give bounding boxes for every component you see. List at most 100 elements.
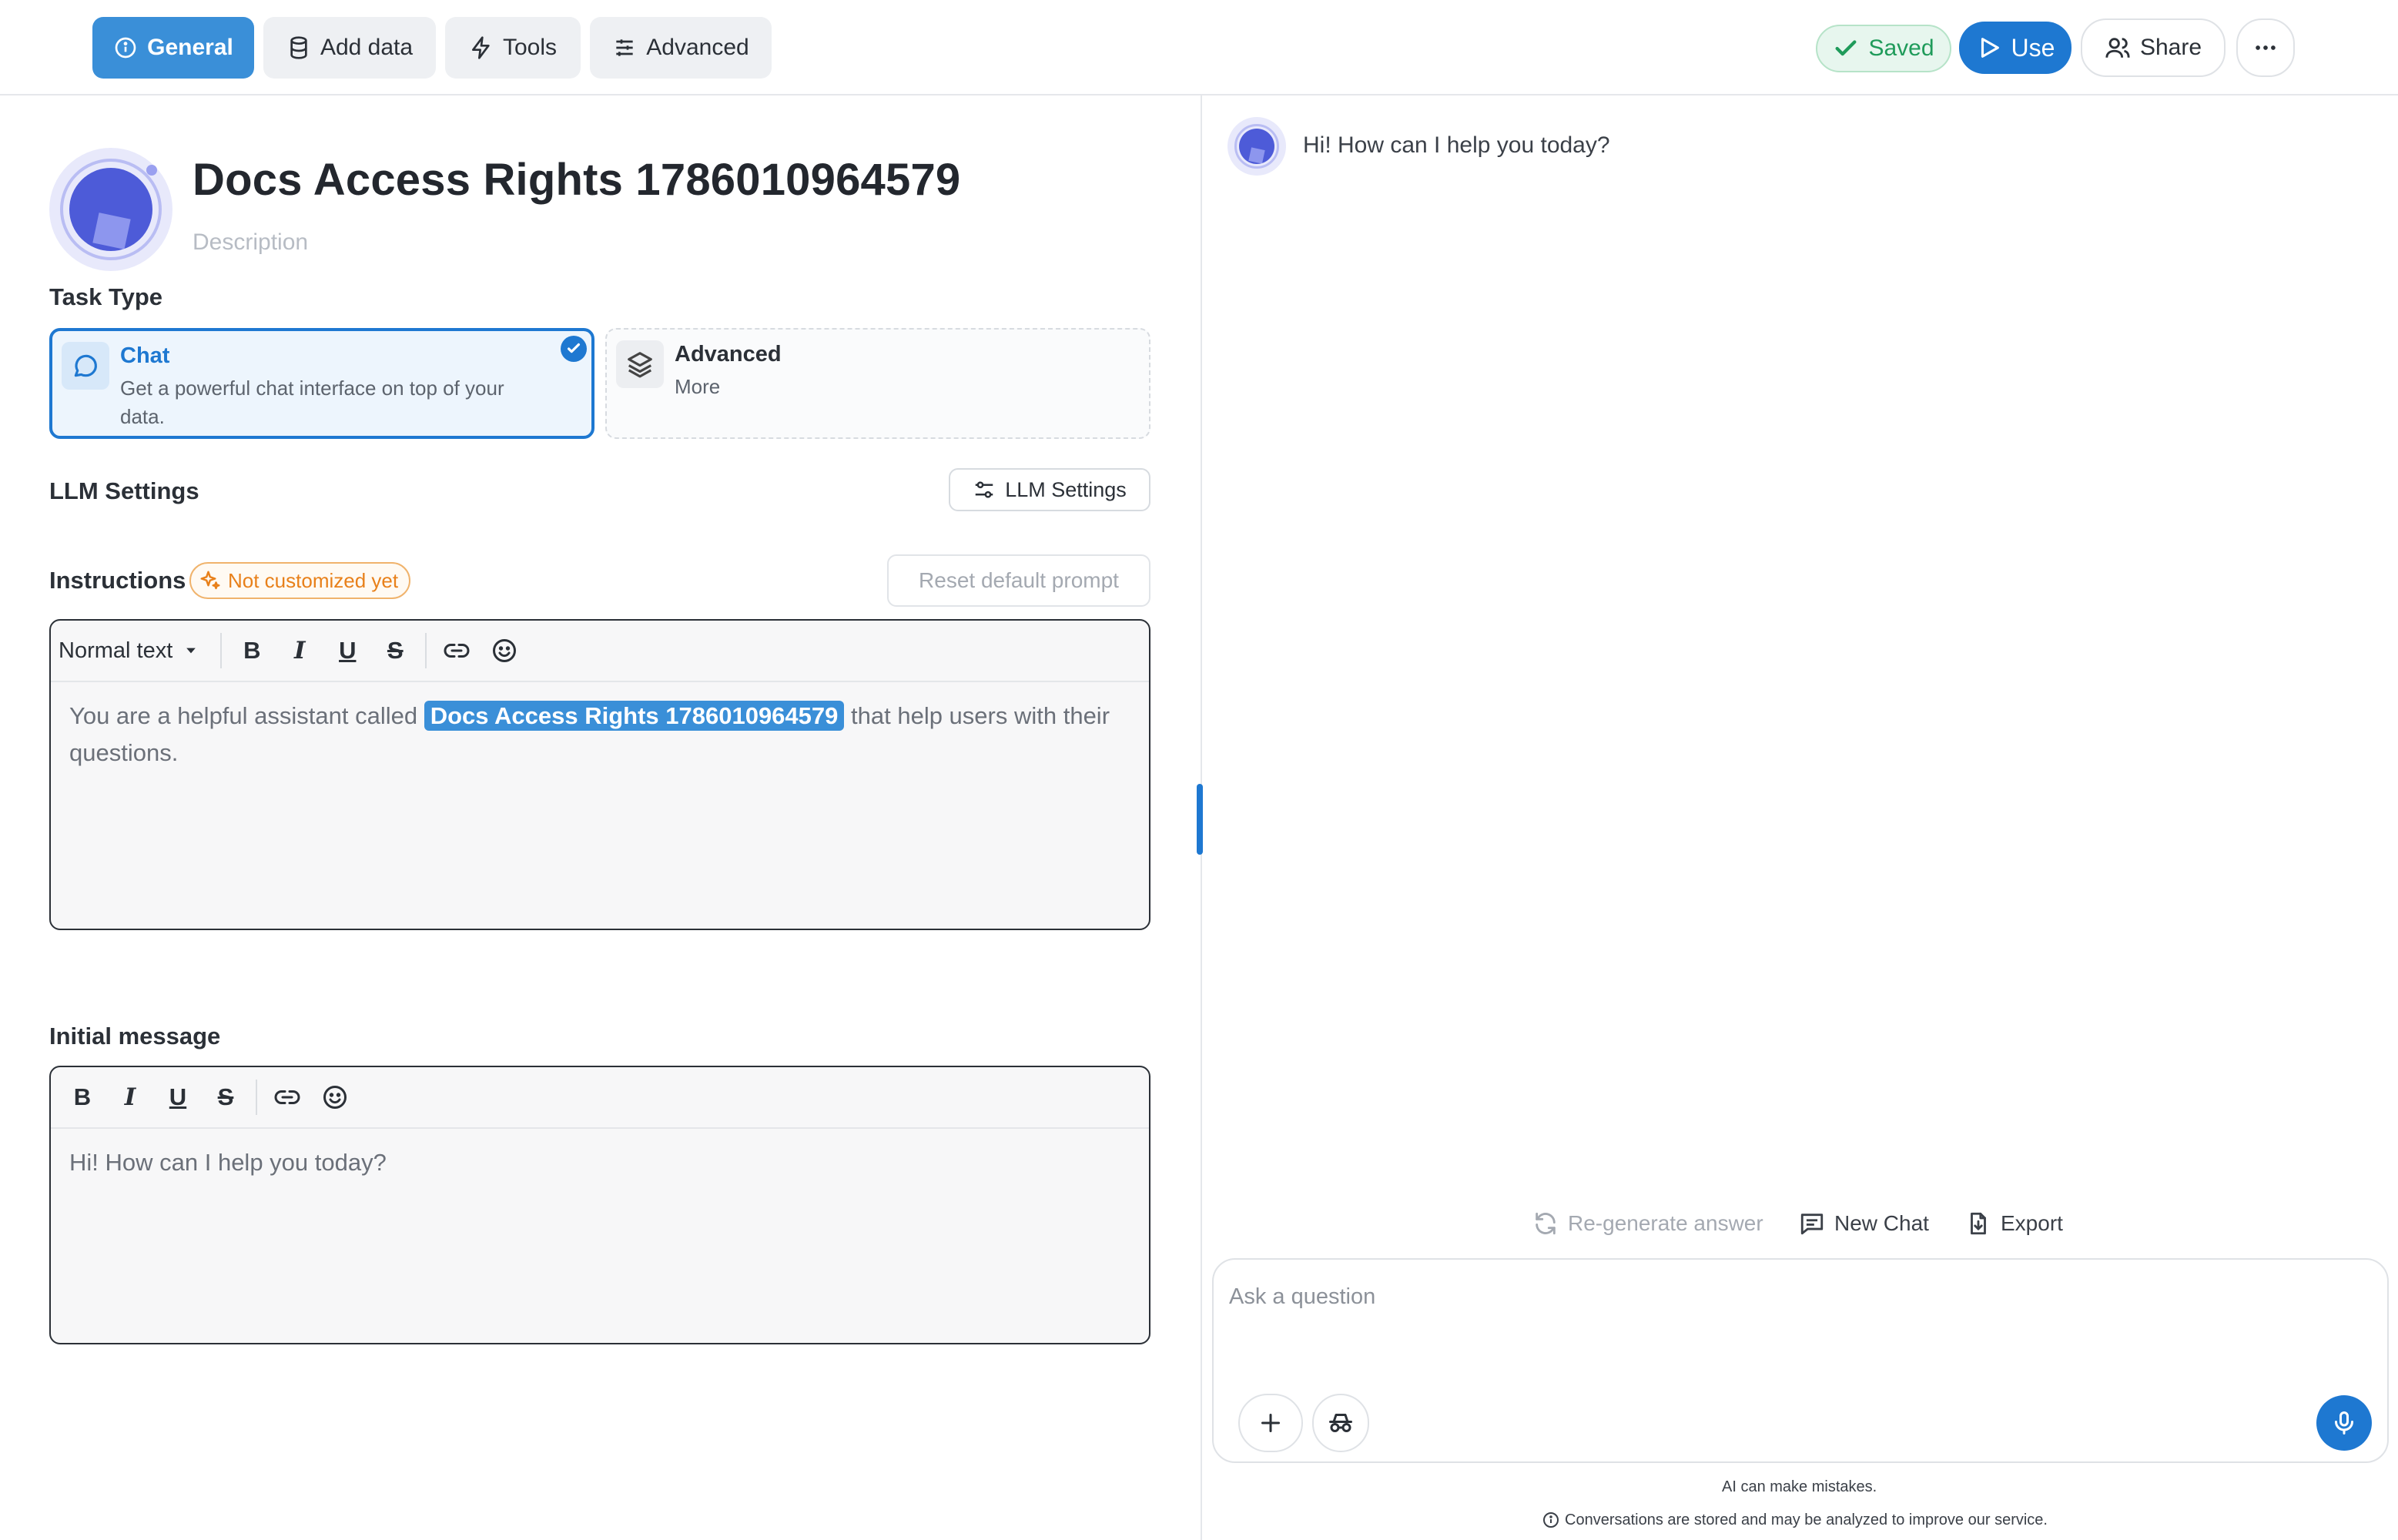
instructions-text-start: You are a helpful assistant called [69, 702, 418, 729]
italic-button[interactable]: I [276, 627, 323, 675]
plus-icon [1261, 1414, 1280, 1432]
ellipsis-icon [2256, 45, 2276, 50]
info-icon [1543, 1512, 1559, 1528]
tab-label: General [147, 35, 233, 60]
initial-message-text[interactable]: Hi! How can I help you today? [51, 1129, 1149, 1197]
tab-tools[interactable]: Tools [445, 17, 581, 79]
settings-sliders-icon [975, 481, 993, 498]
file-download-icon [1971, 1212, 1986, 1235]
underline-button[interactable]: U [154, 1073, 202, 1121]
use-button[interactable]: Use [1959, 22, 2071, 74]
privacy-note: Conversations are stored and may be anal… [1542, 1511, 2048, 1529]
add-attachment-button[interactable] [1238, 1394, 1303, 1452]
chat-bubble-icon [62, 342, 109, 390]
card-title: Chat [120, 343, 170, 368]
bold-button[interactable]: B [59, 1073, 106, 1121]
users-icon [2105, 38, 2130, 58]
ai-disclaimer: AI can make mistakes. [1722, 1478, 1877, 1495]
layers-icon [616, 340, 664, 388]
link-button[interactable] [263, 1073, 311, 1121]
share-button[interactable]: Share [2081, 18, 2226, 77]
tab-general[interactable]: General [92, 17, 254, 79]
link-button[interactable] [433, 627, 481, 675]
check-icon [1835, 40, 1857, 56]
text-style-value: Normal text [59, 638, 173, 663]
sliders-icon [616, 39, 633, 56]
instructions-label: Instructions [49, 567, 186, 594]
bolt-icon [471, 36, 490, 59]
editor-toolbar: B I U S [51, 1067, 1149, 1129]
avatar-image [69, 168, 152, 251]
initial-message-label: Initial message [49, 1023, 221, 1050]
text-style-select[interactable]: Normal text [59, 638, 214, 664]
underline-button[interactable]: U [323, 627, 371, 675]
italic-button[interactable]: I [106, 1073, 154, 1121]
initial-message-editor[interactable]: B I U S Hi! How can I help you today? [49, 1066, 1150, 1344]
regenerate-answer-button[interactable]: Re-generate answer [1532, 1206, 1763, 1241]
tab-add-data[interactable]: Add data [263, 17, 436, 79]
instructions-text[interactable]: You are a helpful assistant called Docs … [51, 682, 1149, 787]
llm-settings-button-label: LLM Settings [1005, 477, 1127, 501]
toolbar-divider [220, 633, 223, 668]
saved-status: Saved [1816, 25, 1951, 72]
editor-toolbar: Normal text B I U S [51, 621, 1149, 682]
export-label: Export [2001, 1211, 2063, 1235]
saved-label: Saved [1868, 35, 1934, 61]
badge-label: Not customized yet [228, 568, 399, 592]
toolbar-divider [256, 1080, 257, 1115]
emoji-button[interactable] [481, 627, 528, 675]
selected-check-icon [561, 336, 587, 362]
card-subtitle: Get a powerful chat interface on top of … [120, 377, 504, 428]
privacy-note-text: Conversations are stored and may be anal… [1565, 1511, 2048, 1528]
instructions-editor[interactable]: Normal text B I U S You are a helpful as… [49, 619, 1150, 930]
llm-settings-button[interactable]: LLM Settings [949, 468, 1150, 511]
regenerate-label: Re-generate answer [1568, 1211, 1763, 1235]
description-field[interactable]: Description [193, 229, 308, 256]
card-subtitle: More [675, 375, 721, 398]
tab-label: Advanced [646, 35, 749, 60]
card-title: Advanced [675, 342, 782, 367]
toolbar-divider [425, 633, 427, 668]
panel-resize-handle[interactable] [1197, 784, 1203, 855]
play-icon [1981, 38, 1999, 58]
incognito-button[interactable] [1312, 1394, 1369, 1452]
sparkle-icon [200, 571, 220, 590]
task-type-chat-card[interactable]: Chat Get a powerful chat interface on to… [49, 328, 594, 439]
bold-button[interactable]: B [228, 627, 276, 675]
page-title[interactable]: Docs Access Rights 1786010964579 [193, 154, 960, 206]
llm-settings-label: LLM Settings [49, 477, 199, 504]
message-square-icon [1800, 1214, 1824, 1235]
settings-panel: Docs Access Rights 1786010964579 Descrip… [0, 95, 1201, 1540]
assistant-name-variable[interactable]: Docs Access Rights 1786010964579 [424, 701, 845, 731]
tab-label: Tools [502, 35, 558, 60]
export-button[interactable]: Export [1965, 1206, 2063, 1241]
reset-default-prompt-button[interactable]: Reset default prompt [887, 554, 1150, 607]
assistant-avatar[interactable] [49, 148, 172, 271]
avatar-ring [1234, 124, 1279, 169]
bot-avatar [1227, 117, 1286, 176]
avatar-dot [146, 165, 157, 176]
database-icon [290, 36, 307, 59]
new-chat-button[interactable]: New Chat [1799, 1206, 1929, 1241]
refresh-icon [1536, 1212, 1556, 1235]
emoji-button[interactable] [311, 1073, 359, 1121]
not-customized-badge: Not customized yet [189, 562, 411, 599]
avatar-ring [60, 159, 162, 260]
use-label: Use [2011, 33, 2055, 62]
bot-message: Hi! How can I help you today? [1303, 132, 1610, 158]
info-icon [115, 37, 136, 59]
tab-label: Add data [320, 35, 414, 60]
task-type-advanced-card[interactable]: Advanced More [605, 328, 1150, 439]
tab-advanced[interactable]: Advanced [590, 17, 772, 79]
ask-question-input[interactable] [1229, 1274, 2307, 1320]
microphone-button[interactable] [2316, 1395, 2372, 1451]
incognito-icon [1329, 1414, 1352, 1432]
share-label: Share [2139, 35, 2202, 60]
chat-composer [1212, 1258, 2389, 1463]
smiley-icon [323, 1086, 347, 1109]
microphone-icon [2335, 1411, 2353, 1435]
more-options-button[interactable] [2236, 18, 2295, 77]
strikethrough-button[interactable]: S [371, 627, 419, 675]
strikethrough-button[interactable]: S [202, 1073, 250, 1121]
task-type-label: Task Type [49, 283, 163, 310]
